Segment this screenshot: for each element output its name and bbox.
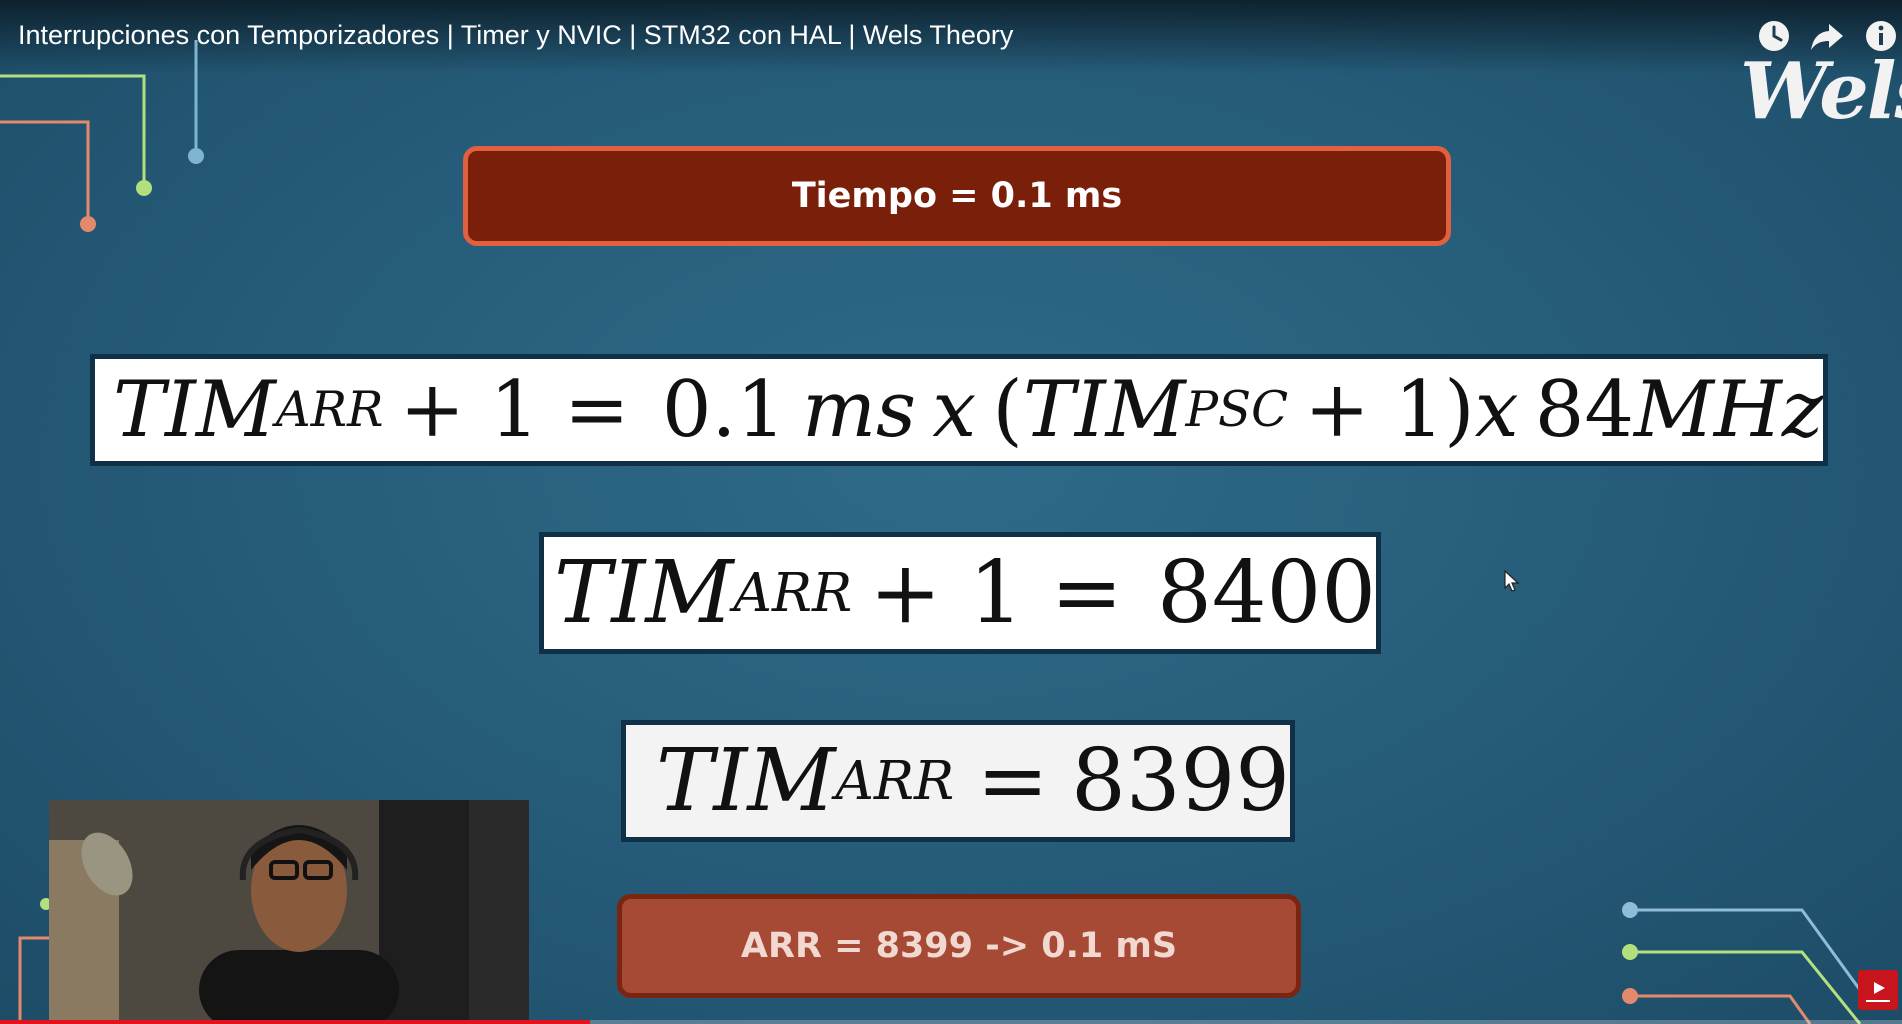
arr-result-box: ARR = 8399 -> 0.1 mS bbox=[617, 894, 1301, 998]
formula1-unit: ms bbox=[802, 365, 917, 455]
presenter-webcam bbox=[49, 800, 529, 1024]
time-title-text: Tiempo = 0.1 ms bbox=[791, 176, 1123, 216]
video-progress-bar[interactable] bbox=[0, 1020, 1902, 1024]
arr-result-text: ARR = 8399 -> 0.1 mS bbox=[740, 926, 1178, 966]
formula1-psc-plus: + 1) bbox=[1304, 365, 1475, 455]
formula2-plus-one: + 1 = bbox=[869, 543, 1123, 643]
formula1-plus-one: + 1 = bbox=[399, 365, 630, 455]
formula1-arr-sub: ARR bbox=[275, 382, 384, 438]
formula3-tim: TIM bbox=[656, 731, 836, 831]
formula1-paren: ( bbox=[992, 365, 1023, 455]
formula2-tim: TIM bbox=[554, 543, 734, 643]
formula3-arr-sub: ARR bbox=[835, 750, 955, 812]
subscribe-watermark-icon[interactable] bbox=[1858, 970, 1898, 1010]
formula-arr-plus-one: TIM ARR + 1 = 8400 bbox=[539, 532, 1381, 654]
presenter-image bbox=[49, 800, 529, 1024]
formula1-time-value: 0.1 bbox=[661, 365, 786, 455]
mouse-cursor-icon bbox=[1504, 570, 1520, 592]
video-progress-fill bbox=[0, 1020, 590, 1024]
formula1-times: x bbox=[932, 365, 977, 455]
formula2-value: 8400 bbox=[1157, 543, 1376, 643]
formula1-tim: TIM bbox=[113, 365, 276, 455]
formula3-value: 8399 bbox=[1071, 731, 1290, 831]
formula1-psc-sub: PSC bbox=[1185, 382, 1289, 438]
formula1-freq: 84 bbox=[1534, 365, 1634, 455]
play-icon bbox=[1866, 982, 1890, 1002]
formula1-psc-tim: TIM bbox=[1022, 365, 1186, 455]
formula-arr-result: TIM ARR = 8399 bbox=[621, 720, 1295, 842]
time-title-box: Tiempo = 0.1 ms bbox=[463, 146, 1451, 246]
formula-arr-general: TIM ARR + 1 = 0.1 ms x (TIM PSC + 1) x 84 MH… bbox=[90, 354, 1828, 466]
formula3-equals: = bbox=[976, 731, 1049, 831]
formula2-arr-sub: ARR bbox=[733, 562, 853, 624]
formula1-freq-unit: MHz bbox=[1633, 365, 1823, 455]
formula1-times2: x bbox=[1474, 365, 1519, 455]
